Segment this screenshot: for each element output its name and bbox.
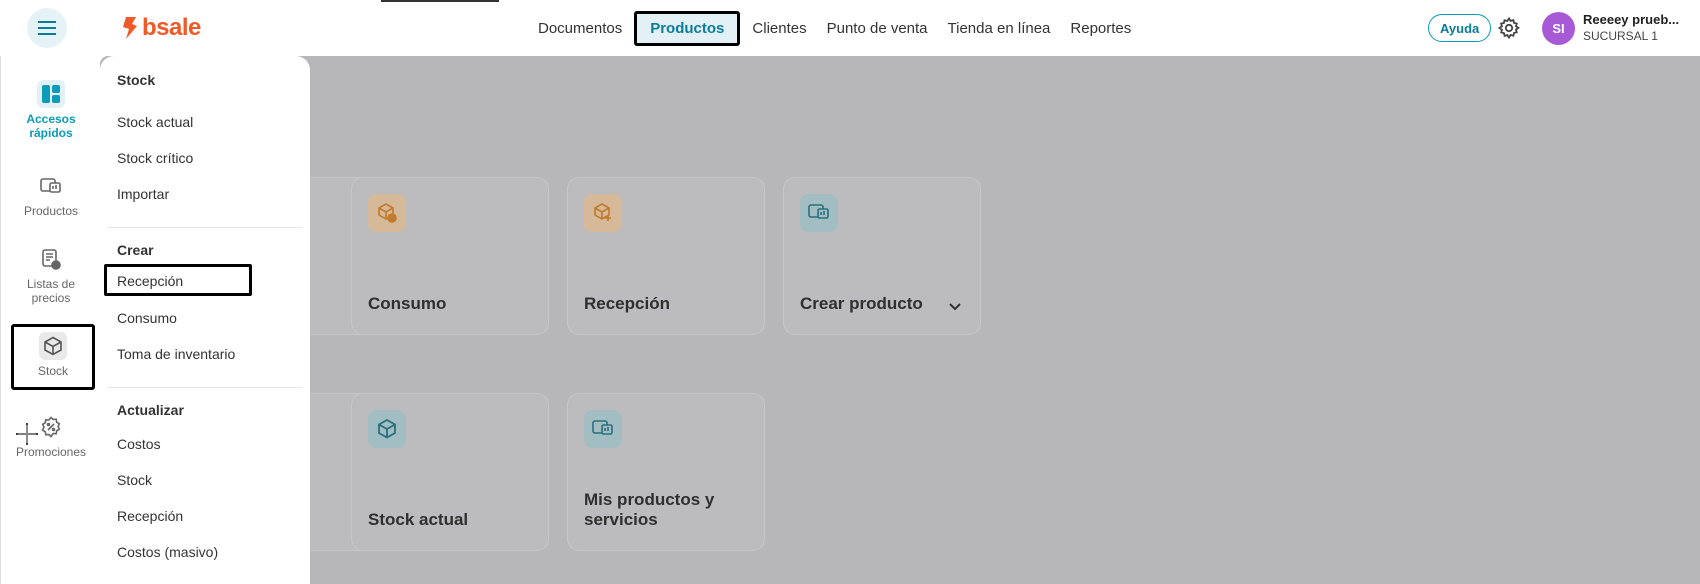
help-button[interactable]: Ayuda: [1428, 14, 1492, 42]
card-stock-actual[interactable]: Stock actual: [351, 393, 549, 551]
promotions-icon: [37, 413, 65, 441]
main-nav: Documentos Productos Clientes Punto de v…: [530, 0, 1143, 56]
card-consumo[interactable]: Consumo: [351, 177, 549, 335]
menu-divider: [108, 227, 302, 228]
sidebar-item-label: Productos: [23, 204, 79, 218]
product-create-icon: [800, 194, 838, 232]
sidebar-item-label: Promociones: [15, 445, 87, 459]
stock-dropdown-menu: Stock Stock actual Stock crítico Importa…: [100, 56, 310, 584]
sidebar: Accesos rápidos Productos Listas de prec…: [0, 56, 100, 584]
settings-button[interactable]: [1497, 16, 1521, 45]
card-mis-productos[interactable]: Mis productos y servicios: [567, 393, 765, 551]
nav-documentos[interactable]: Documentos: [530, 14, 630, 43]
products-icon: [584, 410, 622, 448]
menu-item-stock-actual[interactable]: Stock actual: [117, 114, 193, 130]
menu-item-costos-masivo[interactable]: Costos (masivo): [117, 544, 218, 560]
sidebar-item-productos[interactable]: Productos: [1, 172, 101, 218]
cursor-icon: [16, 423, 38, 445]
nav-reportes[interactable]: Reportes: [1062, 14, 1139, 43]
menu-heading-stock: Stock: [117, 72, 156, 88]
menu-heading-crear: Crear: [117, 242, 154, 258]
nav-clientes[interactable]: Clientes: [744, 14, 814, 43]
box-icon: [368, 410, 406, 448]
dimmed-content-overlay[interactable]: Consumo Recepción Crear producto a Stock…: [100, 56, 1700, 584]
card-label: Crear producto: [800, 294, 923, 313]
user-branch: SUCURSAL 1: [1583, 29, 1658, 43]
card-crear-producto[interactable]: Crear producto: [783, 177, 981, 335]
brand-logo[interactable]: bsale: [122, 14, 201, 42]
bsale-logo-icon: [123, 17, 137, 39]
card-recepcion[interactable]: Recepción: [567, 177, 765, 335]
box-icon: [39, 332, 67, 360]
card-label: Recepción: [584, 294, 670, 313]
price-list-icon: [37, 245, 65, 273]
sidebar-item-stock[interactable]: Stock: [11, 324, 95, 390]
menu-item-consumo[interactable]: Consumo: [117, 310, 177, 326]
hamburger-menu-button[interactable]: [27, 8, 67, 48]
menu-item-actualizar-stock[interactable]: Stock: [117, 472, 152, 488]
menu-item-toma-de-inventario[interactable]: Toma de inventario: [117, 346, 235, 362]
user-name[interactable]: Reeeey prueb...: [1583, 12, 1693, 27]
card-label: Stock actual: [368, 510, 469, 529]
nav-tienda-en-linea[interactable]: Tienda en línea: [940, 14, 1059, 43]
sidebar-item-label: Accesos rápidos: [26, 112, 76, 140]
menu-item-stock-critico[interactable]: Stock crítico: [117, 150, 193, 166]
avatar[interactable]: SI: [1542, 12, 1575, 45]
menu-item-importar[interactable]: Importar: [117, 186, 169, 202]
sidebar-item-accesos-rapidos[interactable]: Accesos rápidos: [1, 80, 101, 140]
gear-icon: [1497, 16, 1521, 40]
products-icon: [37, 172, 65, 200]
nav-indicator: [381, 0, 499, 2]
nav-productos[interactable]: Productos: [634, 10, 741, 46]
dashboard-icon: [37, 80, 65, 108]
sidebar-item-label: Listas de precios: [26, 277, 76, 305]
box-alert-icon: [368, 194, 406, 232]
menu-item-crear-recepcion[interactable]: Recepción: [104, 264, 252, 296]
chevron-down-icon[interactable]: [948, 302, 962, 312]
menu-heading-actualizar: Actualizar: [117, 402, 184, 418]
sidebar-item-label: Stock: [37, 364, 68, 378]
sidebar-item-listas-de-precios[interactable]: Listas de precios: [1, 245, 101, 305]
menu-item-costos[interactable]: Costos: [117, 436, 161, 452]
nav-punto-de-venta[interactable]: Punto de venta: [819, 14, 936, 43]
card-label: Consumo: [368, 294, 447, 313]
box-add-icon: [584, 194, 622, 232]
menu-item-actualizar-recepcion[interactable]: Recepción: [117, 508, 183, 524]
brand-name: bsale: [142, 14, 201, 41]
menu-icon: [38, 21, 56, 35]
card-label: Mis productos y servicios: [584, 490, 715, 529]
top-bar: bsale Documentos Productos Clientes Punt…: [0, 0, 1700, 56]
menu-divider: [108, 387, 302, 388]
